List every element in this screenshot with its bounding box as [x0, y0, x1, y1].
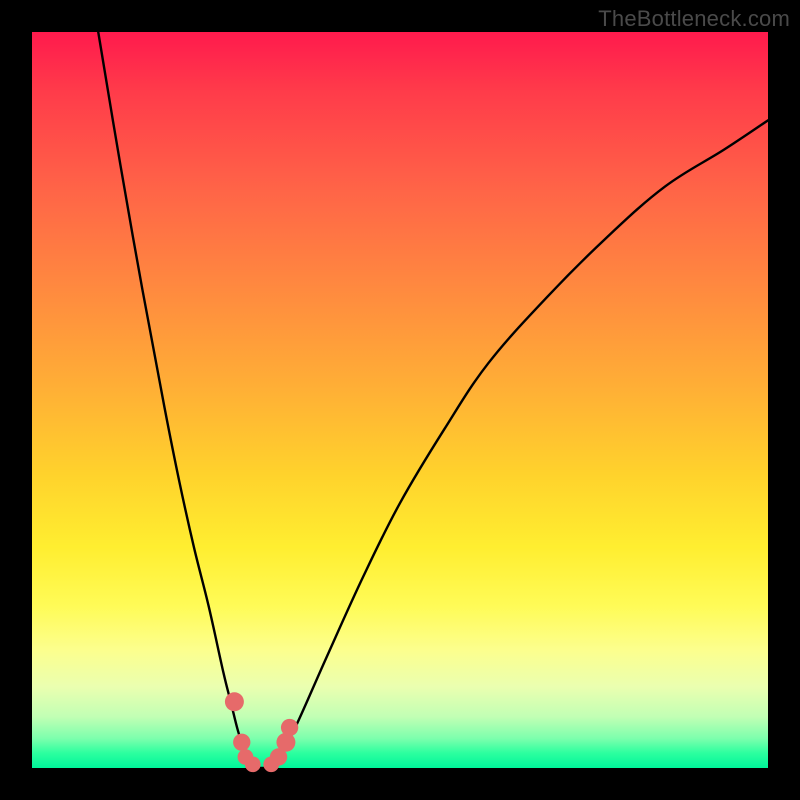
marker-point [281, 719, 298, 736]
chart-svg [32, 32, 768, 768]
attribution-watermark: TheBottleneck.com [598, 6, 790, 32]
marker-point [233, 734, 250, 751]
plot-area [32, 32, 768, 768]
chart-frame: TheBottleneck.com [0, 0, 800, 800]
marker-point [225, 692, 244, 711]
series-left-branch [98, 32, 253, 768]
marker-layer [225, 692, 298, 772]
marker-point [245, 756, 261, 772]
curve-layer [98, 32, 768, 768]
series-right-branch [275, 120, 768, 768]
